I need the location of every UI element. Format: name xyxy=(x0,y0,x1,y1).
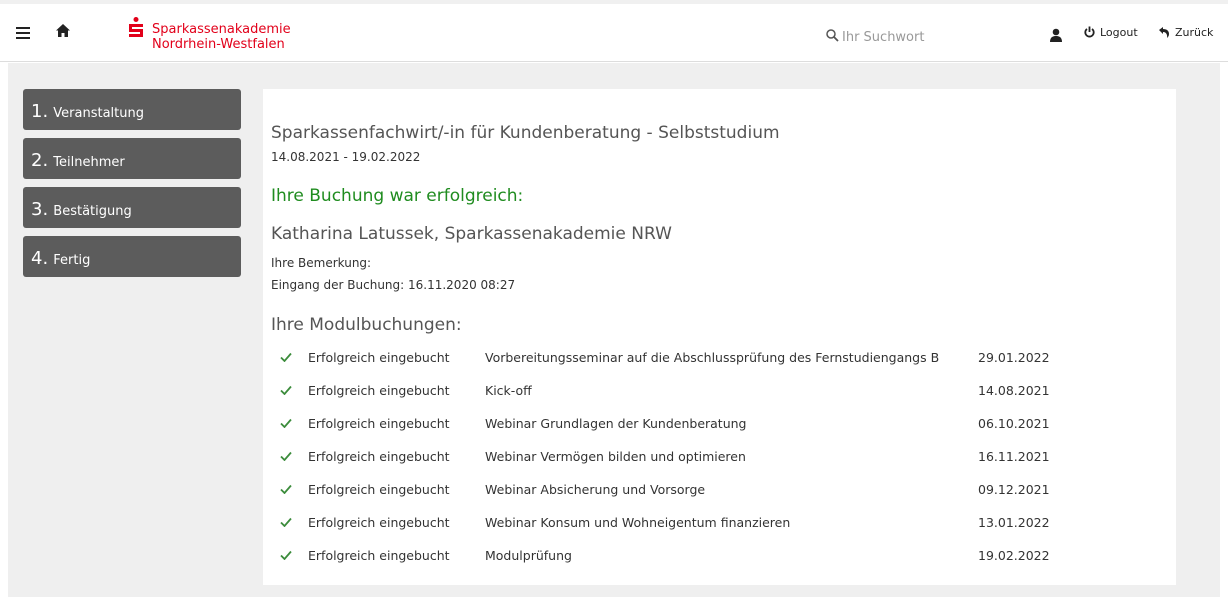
module-name: Webinar Vermögen bilden und optimieren xyxy=(485,449,746,464)
table-row: Erfolgreich eingebucht Modulprüfung 19.0… xyxy=(271,540,1171,573)
search-icon[interactable] xyxy=(826,29,839,42)
table-row: Erfolgreich eingebucht Webinar Vermögen … xyxy=(271,441,1171,474)
table-row: Erfolgreich eingebucht Vorbereitungssemi… xyxy=(271,342,1171,375)
table-row: Erfolgreich eingebucht Webinar Konsum un… xyxy=(271,507,1171,540)
check-icon xyxy=(280,484,292,494)
user-icon[interactable] xyxy=(1050,28,1062,42)
back-arrow-icon xyxy=(1159,27,1169,38)
module-status: Erfolgreich eingebucht xyxy=(308,515,450,530)
participant-name: Katharina Latussek, Sparkassenakademie N… xyxy=(271,224,672,244)
event-title: Sparkassenfachwirt/-in für Kundenberatun… xyxy=(271,123,780,143)
step-number: 1. xyxy=(31,101,49,122)
module-status: Erfolgreich eingebucht xyxy=(308,482,450,497)
logo-text: Sparkassenakademie Nordrhein-Westfalen xyxy=(152,22,291,52)
sparkasse-s-logo-icon xyxy=(129,17,143,37)
logo-line-2: Nordrhein-Westfalen xyxy=(152,37,285,52)
logout-label: Logout xyxy=(1100,26,1138,39)
home-icon[interactable] xyxy=(56,23,70,39)
module-date: 09.12.2021 xyxy=(978,482,1050,497)
check-icon xyxy=(280,418,292,428)
logout-button[interactable]: Logout xyxy=(1084,26,1138,39)
module-status: Erfolgreich eingebucht xyxy=(308,449,450,464)
step-label: Teilnehmer xyxy=(53,155,125,170)
module-name: Kick-off xyxy=(485,383,532,398)
module-date: 29.01.2022 xyxy=(978,350,1050,365)
check-icon xyxy=(280,517,292,527)
module-name: Webinar Grundlagen der Kundenberatung xyxy=(485,416,747,431)
power-icon xyxy=(1084,26,1095,38)
menu-icon[interactable] xyxy=(16,27,30,39)
table-row: Erfolgreich eingebucht Webinar Absicheru… xyxy=(271,474,1171,507)
step-bestaetigung[interactable]: 3. Bestätigung xyxy=(23,187,241,228)
booking-received: Eingang der Buchung: 16.11.2020 08:27 xyxy=(271,278,516,292)
module-status: Erfolgreich eingebucht xyxy=(308,416,450,431)
remark-label: Ihre Bemerkung: xyxy=(271,256,372,270)
module-status: Erfolgreich eingebucht xyxy=(308,350,450,365)
step-fertig[interactable]: 4. Fertig xyxy=(23,236,241,277)
module-bookings-heading: Ihre Modulbuchungen: xyxy=(271,315,462,335)
step-number: 2. xyxy=(31,150,49,171)
module-date: 13.01.2022 xyxy=(978,515,1050,530)
module-bookings-table: Erfolgreich eingebucht Vorbereitungssemi… xyxy=(271,342,1171,573)
top-navigation-bar: Sparkassenakademie Nordrhein-Westfalen L… xyxy=(0,0,1228,62)
booking-confirmation-panel: Sparkassenfachwirt/-in für Kundenberatun… xyxy=(263,89,1176,585)
module-name: Vorbereitungsseminar auf die Abschlusspr… xyxy=(485,350,940,365)
table-row: Erfolgreich eingebucht Kick-off 14.08.20… xyxy=(271,375,1171,408)
module-name: Webinar Konsum und Wohneigentum finanzie… xyxy=(485,515,791,530)
step-label: Veranstaltung xyxy=(53,106,144,121)
step-number: 3. xyxy=(31,199,49,220)
check-icon xyxy=(280,385,292,395)
booking-steps: 1. Veranstaltung 2. Teilnehmer 3. Bestät… xyxy=(23,89,241,285)
step-label: Bestätigung xyxy=(53,204,132,219)
module-status: Erfolgreich eingebucht xyxy=(308,383,450,398)
success-message: Ihre Buchung war erfolgreich: xyxy=(271,186,524,206)
step-label: Fertig xyxy=(53,253,91,268)
module-date: 06.10.2021 xyxy=(978,416,1050,431)
search-input[interactable] xyxy=(842,27,1012,47)
module-status: Erfolgreich eingebucht xyxy=(308,548,450,563)
module-name: Webinar Absicherung und Vorsorge xyxy=(485,482,706,497)
check-icon xyxy=(280,550,292,560)
module-date: 16.11.2021 xyxy=(978,449,1050,464)
table-row: Erfolgreich eingebucht Webinar Grundlage… xyxy=(271,408,1171,441)
step-veranstaltung[interactable]: 1. Veranstaltung xyxy=(23,89,241,130)
check-icon xyxy=(280,352,292,362)
back-label: Zurück xyxy=(1175,26,1214,39)
check-icon xyxy=(280,451,292,461)
module-date: 14.08.2021 xyxy=(978,383,1050,398)
step-teilnehmer[interactable]: 2. Teilnehmer xyxy=(23,138,241,179)
back-button[interactable]: Zurück xyxy=(1158,26,1213,39)
module-date: 19.02.2022 xyxy=(978,548,1050,563)
step-number: 4. xyxy=(31,248,49,269)
module-name: Modulprüfung xyxy=(485,548,572,563)
event-dates: 14.08.2021 - 19.02.2022 xyxy=(271,150,421,164)
logo-line-1: Sparkassenakademie xyxy=(152,22,291,37)
